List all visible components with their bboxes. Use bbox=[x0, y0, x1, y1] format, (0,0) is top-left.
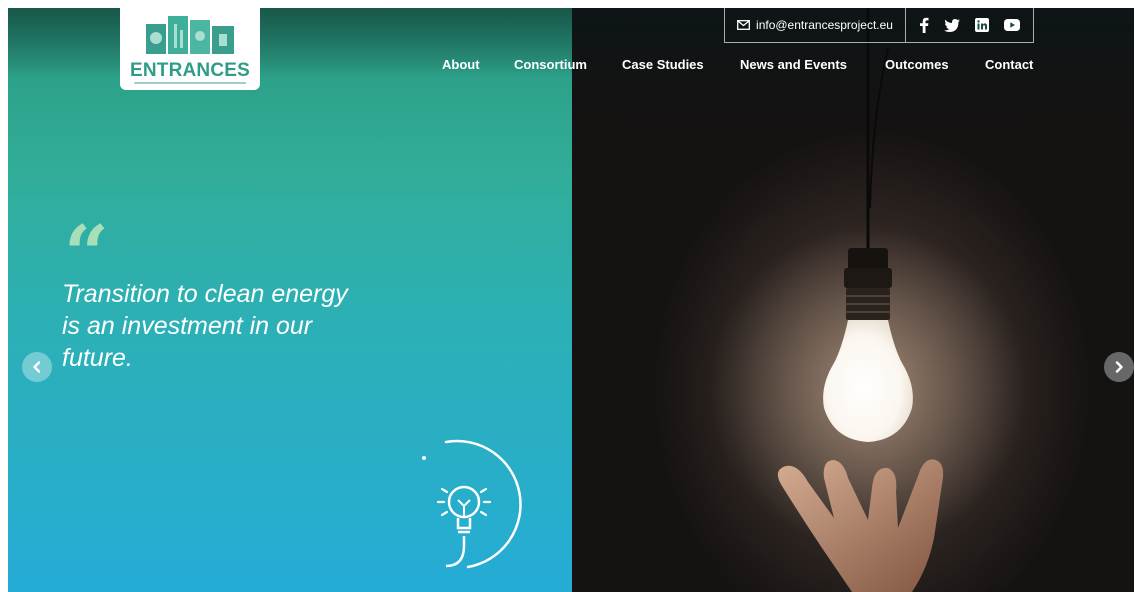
facebook-icon[interactable] bbox=[915, 16, 933, 34]
buildings-logo-icon bbox=[146, 16, 234, 54]
chevron-left-icon bbox=[33, 361, 41, 373]
chevron-right-icon bbox=[1115, 361, 1123, 373]
hero-quote: Transition to clean energy is an investm… bbox=[62, 278, 442, 374]
prev-slide-button[interactable] bbox=[22, 352, 52, 382]
email-address: info@entrancesproject.eu bbox=[756, 18, 893, 32]
twitter-icon[interactable] bbox=[943, 16, 961, 34]
next-slide-button[interactable] bbox=[1104, 352, 1134, 382]
nav-consortium[interactable]: Consortium bbox=[514, 57, 587, 72]
lightbulb-icon bbox=[422, 439, 522, 569]
youtube-icon[interactable] bbox=[1003, 16, 1021, 34]
nav-outcomes[interactable]: Outcomes bbox=[885, 57, 949, 72]
hero-left-panel: “ Transition to clean energy is an inves… bbox=[8, 8, 572, 592]
hero-slider: “ Transition to clean energy is an inves… bbox=[8, 8, 1134, 592]
linkedin-icon[interactable] bbox=[973, 16, 991, 34]
light-bulb-photo bbox=[708, 8, 1028, 592]
hero-photo bbox=[572, 8, 1134, 592]
quote-line: is an investment in our bbox=[62, 312, 313, 340]
nav-case-studies[interactable]: Case Studies bbox=[622, 57, 704, 72]
nav-about[interactable]: About bbox=[442, 57, 480, 72]
quote-line: Transition to clean energy bbox=[62, 280, 348, 308]
nav-news-and-events[interactable]: News and Events bbox=[740, 57, 847, 72]
quote-line: future. bbox=[62, 344, 133, 372]
envelope-icon bbox=[737, 20, 750, 30]
top-contact-bar: info@entrancesproject.eu bbox=[724, 8, 1034, 43]
email-link[interactable]: info@entrancesproject.eu bbox=[725, 8, 906, 42]
site-logo[interactable]: ENTRANCES bbox=[120, 8, 260, 90]
nav-contact[interactable]: Contact bbox=[985, 57, 1033, 72]
logo-tagline-bar bbox=[134, 82, 246, 84]
brand-name: ENTRANCES bbox=[129, 60, 251, 81]
